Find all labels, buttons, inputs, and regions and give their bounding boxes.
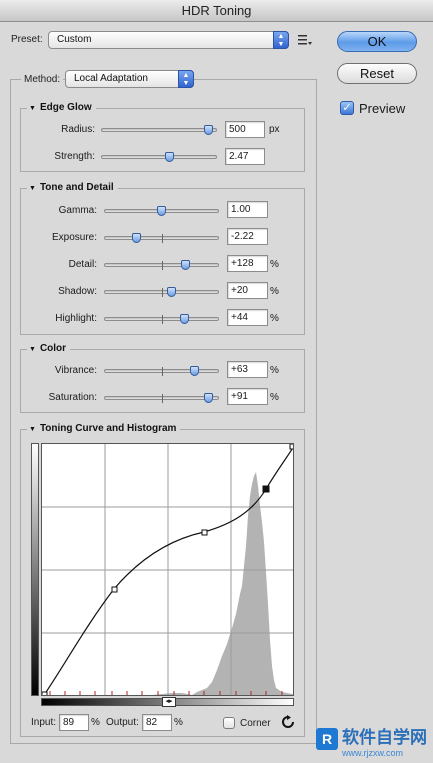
preset-label: Preset:: [11, 34, 43, 45]
toning-curve-header[interactable]: ▼ Toning Curve and Histogram: [27, 423, 181, 434]
tone-detail-header[interactable]: ▼ Tone and Detail: [27, 182, 118, 193]
highlight-slider[interactable]: [104, 314, 219, 324]
reset-button[interactable]: Reset: [337, 63, 417, 84]
output-unit: %: [174, 717, 183, 728]
exposure-slider[interactable]: [104, 233, 219, 243]
highlight-slider-thumb[interactable]: [180, 314, 189, 324]
exposure-center-tick: [162, 234, 163, 243]
shadow-slider-thumb[interactable]: [167, 287, 176, 297]
curve-point[interactable]: [42, 691, 48, 696]
highlight-center-tick: [162, 315, 163, 324]
preset-value: Custom: [57, 34, 92, 45]
list-menu-icon[interactable]: [298, 34, 312, 46]
radius-label: Radius:: [61, 124, 95, 135]
input-unit: %: [91, 717, 100, 728]
edge-glow-header[interactable]: ▼ Edge Glow: [27, 102, 96, 113]
detail-field[interactable]: +128: [227, 255, 268, 272]
input-range-handle[interactable]: ◂▸: [162, 697, 176, 707]
highlight-label: Highlight:: [55, 313, 97, 324]
ok-button[interactable]: OK: [337, 31, 417, 52]
saturation-slider[interactable]: [104, 393, 219, 403]
detail-center-tick: [162, 261, 163, 270]
tone-detail-title: Tone and Detail: [39, 182, 114, 193]
triangle-down-icon: ▼: [29, 105, 36, 112]
preview-label: Preview: [359, 101, 406, 116]
strength-label: Strength:: [54, 151, 95, 162]
popup-arrows-icon: ▲ ▼: [178, 70, 194, 88]
color-title: Color: [39, 343, 67, 354]
radius-unit: px: [269, 124, 280, 135]
shadow-label: Shadow:: [58, 286, 97, 297]
color-header[interactable]: ▼ Color: [27, 343, 71, 354]
output-gradient-bar: [31, 443, 39, 696]
method-label: Method:: [21, 74, 64, 85]
input-field[interactable]: 89: [59, 714, 89, 731]
highlight-field[interactable]: +44: [227, 309, 268, 326]
saturation-center-tick: [162, 394, 163, 403]
curve-point[interactable]: [201, 529, 208, 536]
watermark-logo-icon: R: [316, 728, 338, 750]
saturation-field[interactable]: +91: [227, 388, 268, 405]
method-dropdown[interactable]: Local Adaptation ▲ ▼: [65, 70, 194, 88]
watermark: R 软件自学网 www.rjzxw.com: [316, 728, 433, 758]
saturation-label: Saturation:: [48, 392, 97, 403]
corner-checkbox[interactable]: [223, 717, 235, 729]
method-value: Local Adaptation: [74, 73, 148, 84]
vibrance-center-tick: [162, 367, 163, 376]
shadow-slider[interactable]: [104, 287, 219, 297]
curve-svg: [42, 444, 294, 696]
strength-slider-thumb[interactable]: [165, 152, 174, 162]
vibrance-slider-thumb[interactable]: [190, 366, 199, 376]
curve-point-selected[interactable]: [262, 485, 270, 493]
triangle-down-icon: ▼: [29, 426, 36, 433]
radius-field[interactable]: 500: [225, 121, 265, 138]
gamma-slider-thumb[interactable]: [157, 206, 166, 216]
input-label: Input:: [31, 717, 57, 728]
triangle-down-icon: ▼: [29, 185, 36, 192]
detail-unit: %: [270, 259, 279, 270]
window-title: HDR Toning: [0, 0, 433, 22]
exposure-field[interactable]: -2.22: [227, 228, 268, 245]
radius-slider[interactable]: [101, 125, 217, 135]
exposure-label: Exposure:: [51, 232, 97, 243]
curve-point[interactable]: [289, 444, 294, 450]
edge-glow-title: Edge Glow: [39, 102, 92, 113]
saturation-unit: %: [270, 392, 279, 403]
histogram: [152, 472, 293, 695]
vibrance-unit: %: [270, 365, 279, 376]
detail-label: Detail:: [68, 259, 97, 270]
toning-curve-title: Toning Curve and Histogram: [39, 423, 177, 434]
detail-slider-thumb[interactable]: [181, 260, 190, 270]
output-label: Output:: [106, 717, 139, 728]
preset-dropdown[interactable]: Custom ▲ ▼: [48, 31, 289, 49]
vibrance-slider[interactable]: [104, 366, 219, 376]
watermark-text: 软件自学网: [342, 728, 427, 747]
circular-arrow-icon[interactable]: [281, 715, 295, 729]
toning-curve-graph[interactable]: [41, 443, 294, 696]
shadow-unit: %: [270, 286, 279, 297]
highlight-unit: %: [270, 313, 279, 324]
shadow-field[interactable]: +20: [227, 282, 268, 299]
strength-field[interactable]: 2.47: [225, 148, 265, 165]
output-field[interactable]: 82: [142, 714, 172, 731]
gamma-field[interactable]: 1.00: [227, 201, 268, 218]
gamma-label: Gamma:: [58, 205, 97, 216]
curve-point[interactable]: [111, 586, 118, 593]
watermark-url: www.rjzxw.com: [342, 748, 404, 758]
exposure-slider-thumb[interactable]: [132, 233, 141, 243]
triangle-down-icon: ▼: [29, 346, 36, 353]
vibrance-label: Vibrance:: [54, 365, 97, 376]
shadow-center-tick: [162, 288, 163, 297]
saturation-slider-thumb[interactable]: [204, 393, 213, 403]
strength-slider[interactable]: [101, 152, 217, 162]
radius-slider-thumb[interactable]: [204, 125, 213, 135]
corner-label: Corner: [240, 718, 271, 729]
popup-arrows-icon: ▲ ▼: [273, 31, 289, 49]
preview-checkbox[interactable]: ✓: [340, 101, 354, 115]
vibrance-field[interactable]: +63: [227, 361, 268, 378]
gamma-slider[interactable]: [104, 206, 219, 216]
detail-slider[interactable]: [104, 260, 219, 270]
